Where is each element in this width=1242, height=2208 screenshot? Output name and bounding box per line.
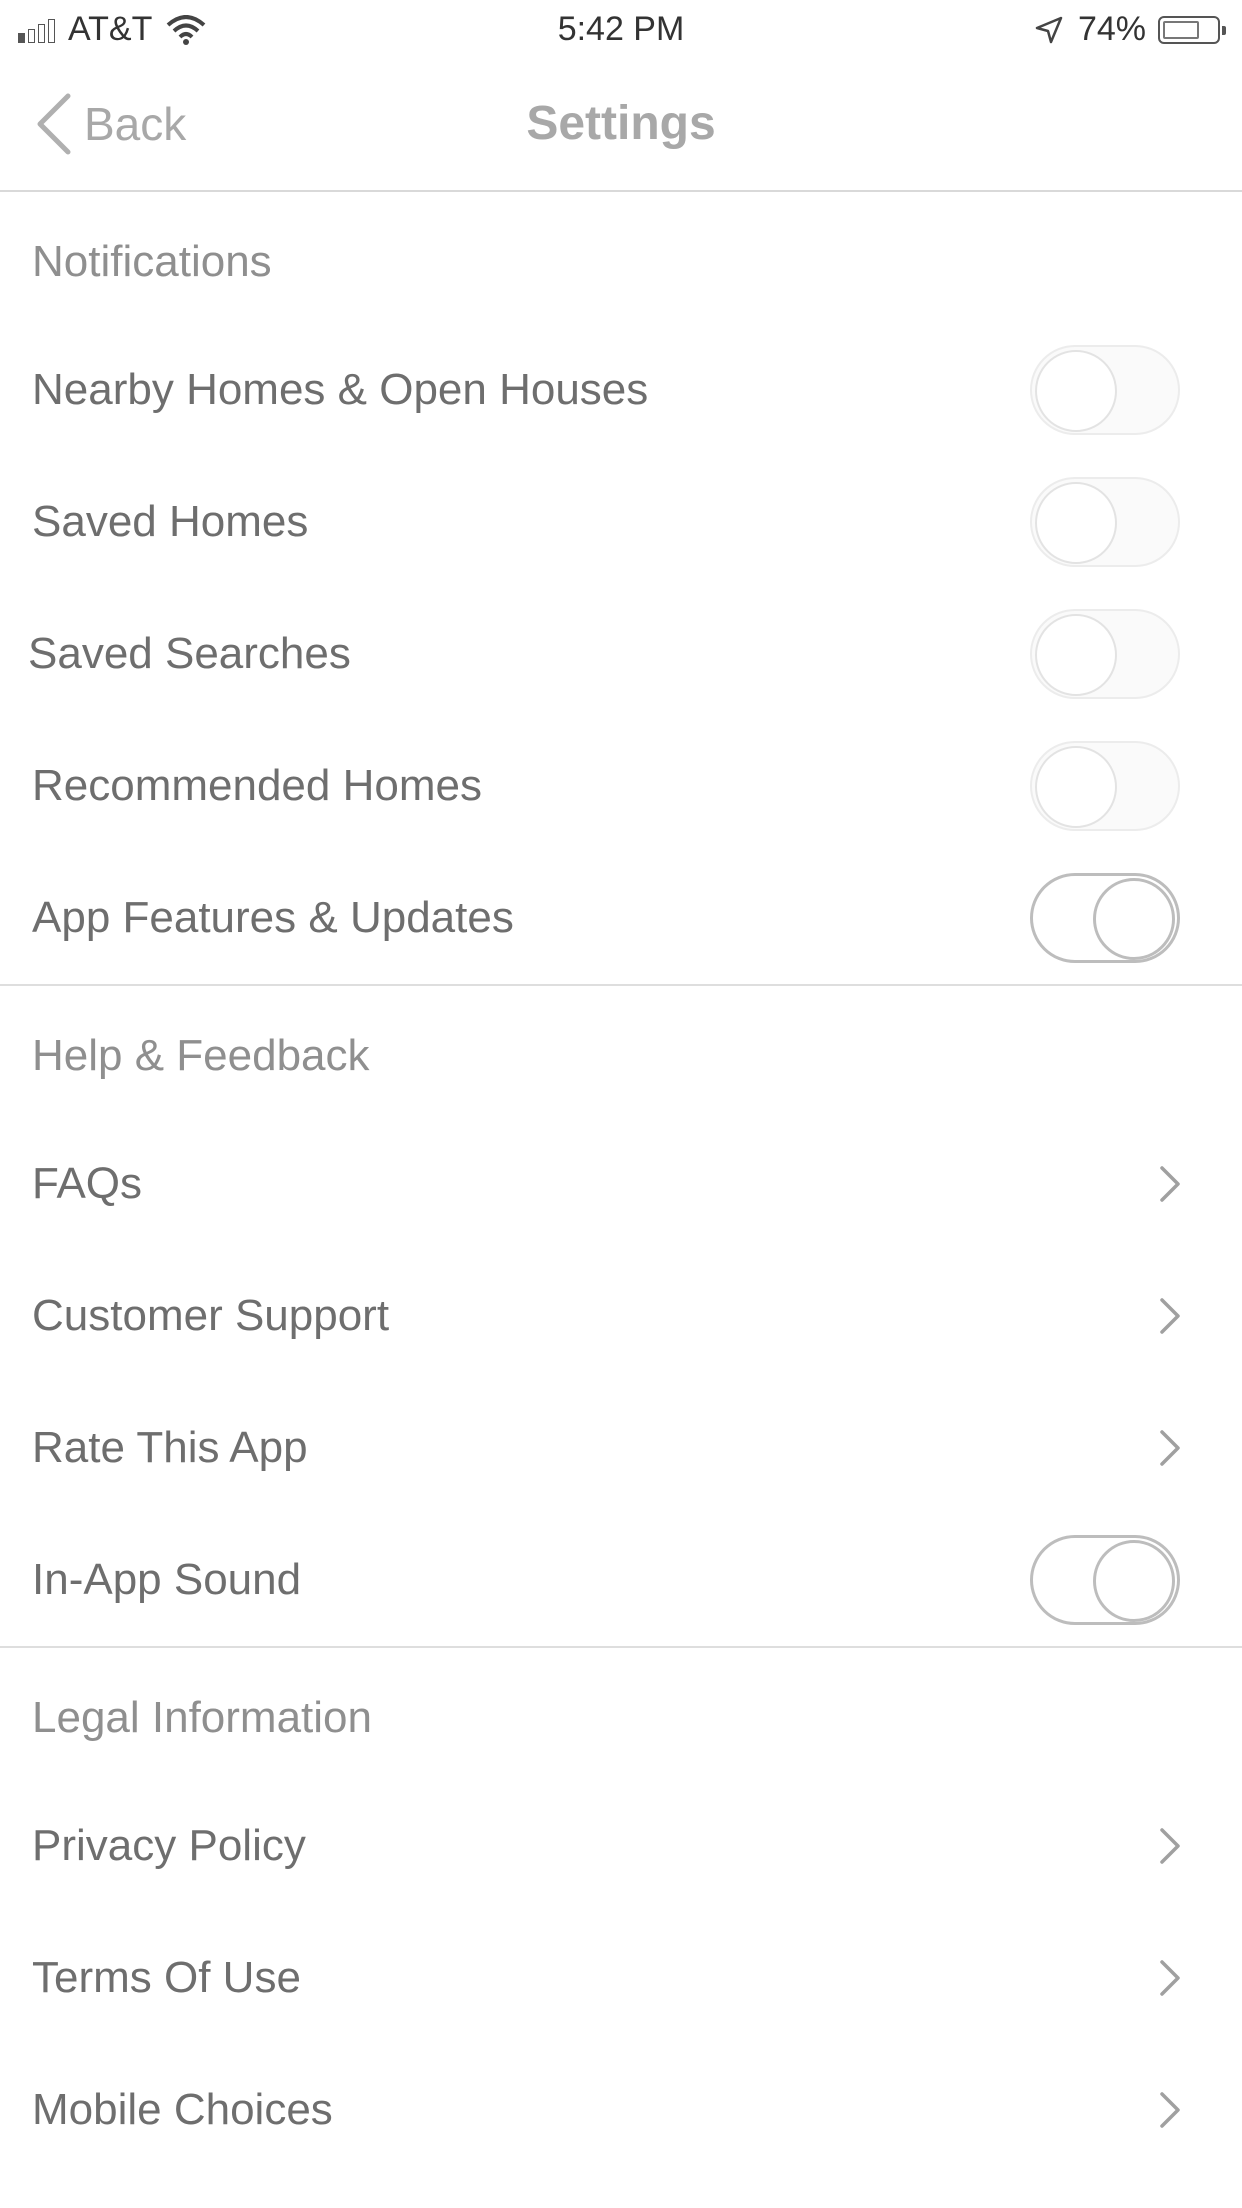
chevron-right-icon	[1160, 1430, 1180, 1466]
row-label: Customer Support	[32, 1291, 390, 1340]
nearby-homes-toggle[interactable]	[1030, 345, 1180, 435]
in-app-sound-toggle[interactable]	[1030, 1535, 1180, 1625]
row-label: Rate This App	[32, 1423, 308, 1472]
navigation-bar: Back Settings	[0, 62, 1242, 192]
battery-percent: 74%	[1077, 10, 1146, 48]
row-saved-searches: Saved Searches	[0, 588, 1242, 720]
location-arrow-icon	[1035, 16, 1063, 43]
section-header-legal: Legal Information	[32, 1693, 372, 1742]
section-header-help-feedback: Help & Feedback	[32, 1031, 370, 1080]
toggle-knob	[1093, 1540, 1175, 1622]
row-recommended-homes: Recommended Homes	[0, 720, 1242, 852]
toggle-knob	[1035, 614, 1117, 696]
battery-icon	[1158, 15, 1226, 44]
toggle-knob	[1035, 350, 1117, 432]
row-app-features: App Features & Updates	[0, 852, 1242, 984]
chevron-right-icon	[1160, 1166, 1180, 1202]
chevron-right-icon	[1160, 1828, 1180, 1864]
row-privacy-policy[interactable]: Privacy Policy	[0, 1780, 1242, 1912]
status-right: 74%	[1034, 10, 1226, 49]
row-mobile-choices[interactable]: Mobile Choices	[0, 2044, 1242, 2176]
row-faqs[interactable]: FAQs	[0, 1118, 1242, 1250]
settings-list: Notifications Nearby Homes & Open Houses…	[0, 192, 1242, 2176]
row-rate-this-app[interactable]: Rate This App	[0, 1382, 1242, 1514]
saved-searches-toggle[interactable]	[1030, 609, 1180, 699]
toggle-knob	[1035, 482, 1117, 564]
row-label: Terms Of Use	[32, 1953, 301, 2002]
chevron-right-icon	[1160, 1298, 1180, 1334]
row-customer-support[interactable]: Customer Support	[0, 1250, 1242, 1382]
saved-homes-toggle[interactable]	[1030, 477, 1180, 567]
section-header-notifications: Notifications	[32, 237, 272, 286]
row-label: Mobile Choices	[32, 2085, 333, 2134]
chevron-right-icon	[1160, 2092, 1180, 2128]
toggle-knob	[1093, 878, 1175, 960]
row-terms-of-use[interactable]: Terms Of Use	[0, 1912, 1242, 2044]
toggle-knob	[1035, 746, 1117, 828]
row-saved-homes: Saved Homes	[0, 456, 1242, 588]
row-in-app-sound: In-App Sound	[0, 1514, 1242, 1646]
page-title: Settings	[526, 97, 716, 150]
settings-screen: AT&T 5:42 PM 74% Back Settings Notificat…	[0, 0, 1242, 2208]
recommended-homes-toggle[interactable]	[1030, 741, 1180, 831]
chevron-right-icon	[1160, 1960, 1180, 1996]
row-nearby-homes: Nearby Homes & Open Houses	[0, 324, 1242, 456]
status-bar: AT&T 5:42 PM 74%	[0, 0, 1242, 62]
app-features-toggle[interactable]	[1030, 873, 1180, 963]
row-label: Privacy Policy	[32, 1821, 306, 1870]
row-label: FAQs	[32, 1159, 143, 1208]
